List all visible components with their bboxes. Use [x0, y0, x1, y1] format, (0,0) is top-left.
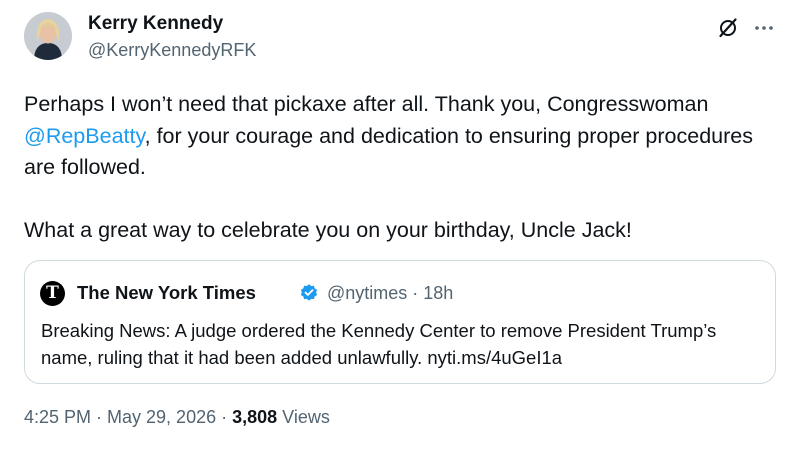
tweet-card: Kerry Kennedy @KerryKennedyRFK Perhaps I…	[0, 0, 800, 455]
avatar[interactable]	[24, 12, 72, 60]
verified-badge-icon	[299, 283, 319, 303]
tweet-paragraph-1: Perhaps I won’t need that pickaxe after …	[24, 89, 784, 184]
views-count: 3,808	[232, 407, 278, 427]
avatar-image	[24, 12, 72, 60]
time-date[interactable]: 4:25 PM · May 29, 2026 ·	[24, 407, 232, 427]
more-options-icon[interactable]	[752, 16, 776, 40]
quoted-tweet[interactable]: T The New York Times @nytimes · 18h Brea…	[24, 260, 776, 384]
tweet-text-before-mention: Perhaps I won’t need that pickaxe after …	[24, 92, 709, 116]
grok-icon[interactable]	[716, 16, 740, 40]
quoted-handle-time: @nytimes · 18h	[327, 283, 454, 303]
views-label: Views	[277, 407, 330, 427]
nyt-logo: T	[40, 281, 65, 306]
tweet-paragraph-2: What a great way to celebrate you on you…	[24, 218, 632, 242]
quoted-author-name: The New York Times	[77, 282, 256, 303]
author-display-name[interactable]: Kerry Kennedy	[88, 13, 223, 35]
tweet-text: Perhaps I won’t need that pickaxe after …	[24, 89, 784, 247]
quoted-text: Breaking News: A judge ordered the Kenne…	[41, 320, 717, 368]
tweet-timestamp[interactable]: 4:25 PM · May 29, 2026 · 3,808 Views	[24, 407, 330, 428]
author-handle[interactable]: @KerryKennedyRFK	[88, 40, 256, 61]
mention-link[interactable]: @RepBeatty	[24, 124, 145, 148]
